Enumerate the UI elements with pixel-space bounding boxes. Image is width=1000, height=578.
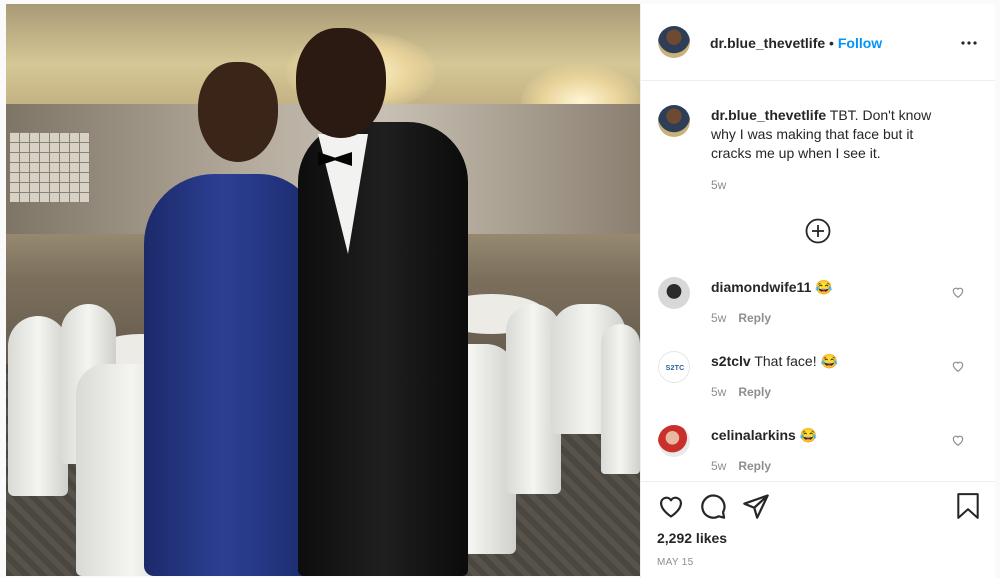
photo-man (298, 122, 468, 576)
dot-separator: • (829, 35, 834, 51)
post-date[interactable]: MAY 15 (657, 557, 693, 568)
comment-avatar[interactable] (658, 425, 690, 457)
caption-text-line2: why I was making that face but it (711, 126, 914, 142)
post-modal: dr.blue_thevetlife • Follow dr.blue_thev… (0, 0, 1000, 578)
comment-meta: 5w Reply (711, 385, 771, 399)
caption-time: 5w (711, 178, 727, 192)
caption-username[interactable]: dr.blue_thevetlife (711, 107, 826, 123)
reply-button[interactable]: Reply (738, 385, 771, 399)
photo-chair (8, 316, 68, 496)
reply-button[interactable]: Reply (738, 459, 771, 473)
caption-text-line1: TBT. Don't know (829, 107, 932, 123)
reply-button[interactable]: Reply (738, 311, 771, 325)
comment-meta: 5w Reply (711, 459, 771, 473)
actions-divider (640, 481, 995, 482)
photo-woman (144, 174, 319, 576)
comment-username[interactable]: celinalarkins (711, 427, 796, 443)
bookmark-icon[interactable] (955, 492, 981, 520)
comment-like-heart-icon[interactable] (951, 285, 965, 299)
comment: celinalarkins 😂 (711, 426, 817, 445)
photo-woman-head (198, 62, 278, 162)
comment-avatar[interactable]: S2TC (658, 351, 690, 383)
photo-man-head (296, 28, 386, 138)
comment-text: 😂 (815, 279, 833, 295)
comment-like-heart-icon[interactable] (951, 433, 965, 447)
post-owner-avatar[interactable] (658, 26, 690, 58)
follow-button[interactable]: Follow (838, 35, 882, 51)
comment: diamondwife11 😂 (711, 278, 833, 297)
comment-time: 5w (711, 311, 727, 325)
comment: s2tclv That face! 😂 (711, 352, 838, 371)
caption-avatar[interactable] (658, 105, 690, 137)
comment-text: That face! 😂 (754, 353, 838, 369)
post-photo[interactable] (6, 4, 640, 576)
caption-text-line3: cracks me up when I see it. (711, 145, 881, 161)
comment-text: 😂 (799, 427, 818, 443)
comment-username[interactable]: diamondwife11 (711, 279, 811, 295)
heart-icon[interactable] (657, 492, 685, 520)
post-header-username[interactable]: dr.blue_thevetlife • Follow (710, 35, 882, 51)
plus-circle-icon[interactable] (805, 218, 831, 244)
photo-chair (601, 324, 640, 474)
likes-count[interactable]: 2,292 likes (657, 530, 727, 546)
comment-meta: 5w Reply (711, 311, 771, 325)
more-options-icon[interactable] (960, 34, 978, 52)
comment-time: 5w (711, 385, 727, 399)
comment-like-heart-icon[interactable] (951, 359, 965, 373)
comment-icon[interactable] (699, 492, 727, 520)
share-icon[interactable] (742, 492, 770, 520)
post-owner-username[interactable]: dr.blue_thevetlife (710, 35, 825, 51)
caption: dr.blue_thevetlife TBT. Don't know why I… (711, 106, 981, 163)
header-divider (640, 80, 995, 81)
comment-avatar[interactable] (658, 277, 690, 309)
photo-window (10, 132, 90, 202)
comment-username[interactable]: s2tclv (711, 353, 751, 369)
comment-time: 5w (711, 459, 727, 473)
s2tc-avatar-text: S2TC (665, 364, 685, 372)
